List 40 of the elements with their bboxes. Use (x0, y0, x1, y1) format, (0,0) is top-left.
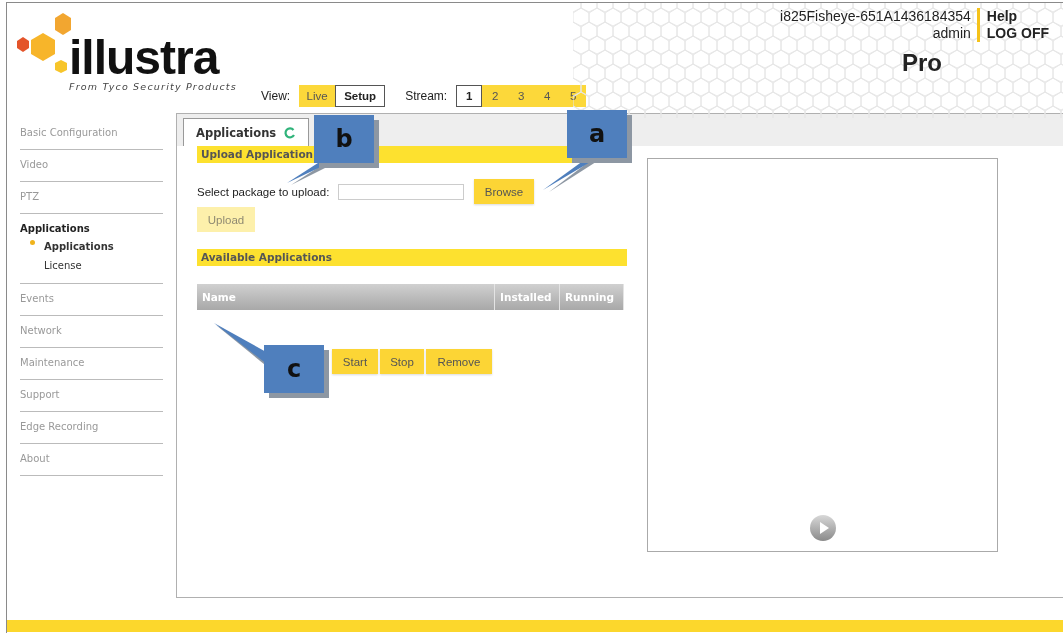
logo-tagline: From Tyco Security Products (69, 81, 238, 92)
sidebar-item[interactable]: PTZ (20, 188, 163, 205)
stream-label: Stream: (405, 89, 448, 103)
stream-toggle[interactable]: 2 (482, 85, 509, 107)
view-toggle[interactable]: Live (299, 85, 336, 107)
stream-toggle[interactable]: 5 (560, 85, 587, 107)
column-header: Running (560, 284, 624, 310)
action-button[interactable]: Start (332, 349, 378, 374)
header-link[interactable]: Help (986, 8, 1049, 25)
user-name: admin (932, 25, 971, 42)
sidebar-item[interactable]: Edge Recording (20, 418, 163, 435)
view-toggle[interactable]: Setup (335, 85, 386, 107)
sidebar-subitem[interactable]: Applications (44, 241, 114, 252)
file-path-field[interactable] (338, 183, 464, 200)
sidebar-item[interactable]: Maintenance (20, 354, 163, 371)
section-header: Available Applications (197, 249, 627, 266)
field-label: Select package to upload: (197, 185, 331, 198)
column-header: Installed (495, 284, 560, 310)
sidebar-item[interactable]: Basic Configuration (20, 124, 163, 141)
stream-toggle[interactable]: 4 (534, 85, 561, 107)
edition-label: Pro (902, 49, 942, 77)
stream-toggle[interactable]: 1 (456, 85, 483, 107)
header-link[interactable]: LOG OFF (986, 25, 1049, 42)
browse-button[interactable]: Browse (474, 179, 534, 204)
sidebar-item[interactable]: Video (20, 156, 163, 173)
sidebar-item[interactable]: Network (20, 322, 163, 339)
sidebar-item[interactable]: Support (20, 386, 163, 403)
action-button[interactable]: Remove (426, 349, 492, 374)
play-button[interactable] (808, 514, 837, 542)
stream-toggle[interactable]: 3 (508, 85, 535, 107)
sidebar-item[interactable]: About (20, 450, 163, 467)
sidebar-item[interactable]: Events (20, 290, 163, 307)
logo-wordmark: illustra (69, 35, 219, 81)
device-name: i825Fisheye-651A1436184354 (780, 8, 971, 25)
view-label: View: (261, 89, 291, 103)
sidebar-item[interactable]: Applications (20, 220, 163, 237)
action-button[interactable]: Stop (380, 349, 424, 374)
sidebar-subitem[interactable]: License (44, 260, 82, 271)
applications-tab[interactable]: Applications (183, 118, 310, 146)
column-header: Name (197, 284, 495, 310)
